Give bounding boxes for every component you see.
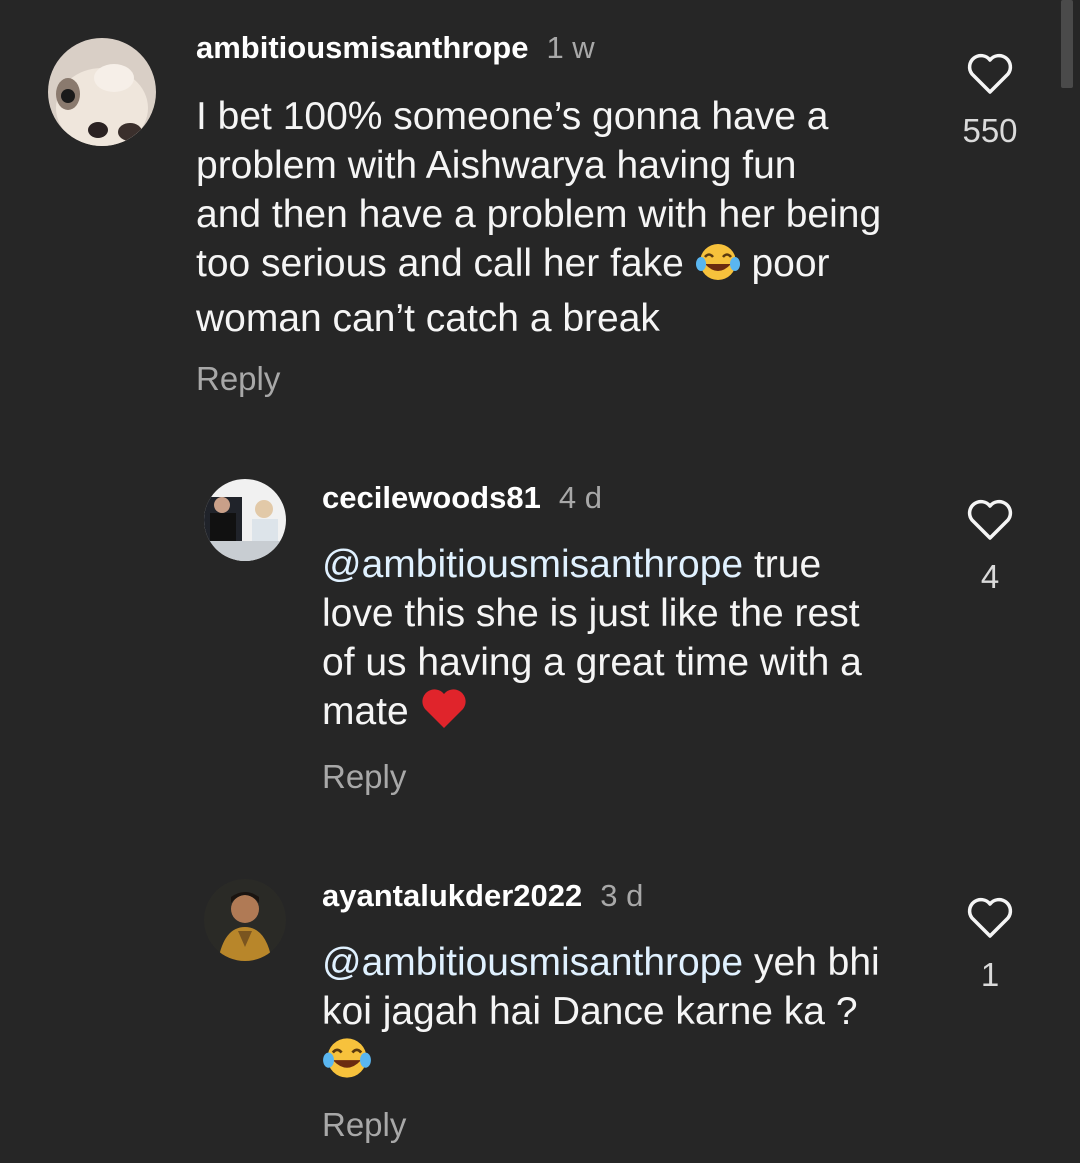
avatar[interactable] [204,879,286,961]
mention-link[interactable]: @ambitiousmisanthrope [322,941,743,984]
reply-button[interactable]: Reply [322,1106,406,1144]
comment-line [322,1036,942,1092]
reply-comment: ayantalukder2022 3 d @ambitiousmisanthrop… [0,0,1080,1163]
comment-line: koi jagah hai Dance karne ka ? [322,990,858,1033]
man-photo-avatar-icon [204,879,286,961]
comment-text: @ambitiousmisanthrope yeh bhi koi jagah … [322,938,942,1092]
comments-page: ambitiousmisanthrope 1 w I bet 100% someo… [0,0,1080,1163]
like-control: 1 [950,896,1030,996]
comment-text-segment: yeh bhi [743,941,880,984]
username[interactable]: ayantalukder2022 [322,878,582,913]
heart-icon[interactable] [966,896,1014,945]
comment-line: @ambitiousmisanthrope yeh bhi [322,938,942,987]
joy-emoji-icon [322,1036,372,1092]
timestamp: 3 d [600,878,644,913]
like-count[interactable]: 1 [950,956,1030,994]
